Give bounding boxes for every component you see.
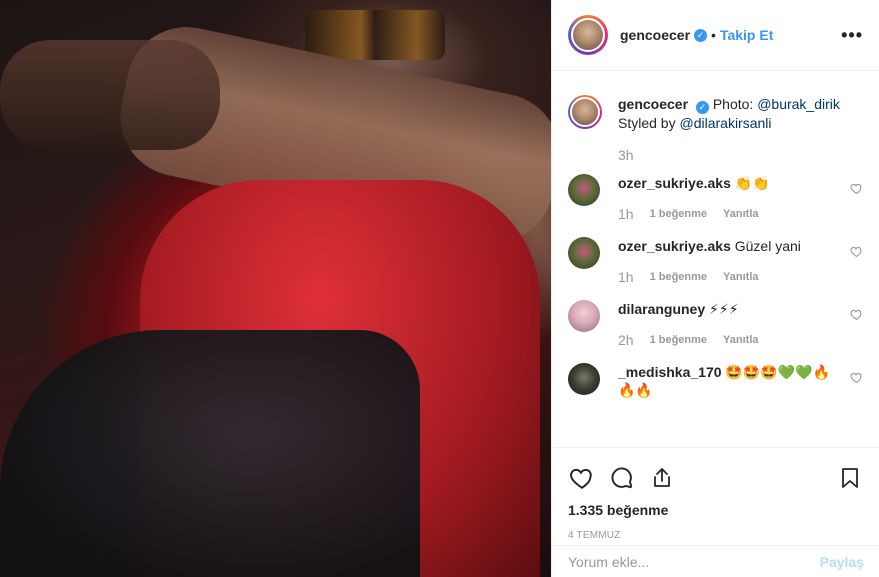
follow-button[interactable]: Takip Et [720, 27, 773, 43]
caption-text-mid: Styled by [618, 115, 680, 131]
comment-like-heart-icon[interactable] [850, 182, 863, 195]
commenter-avatar[interactable] [568, 174, 600, 206]
heart-icon[interactable] [568, 464, 596, 492]
photo-foreground-hand [0, 40, 220, 150]
share-icon[interactable] [648, 464, 676, 492]
post-date[interactable]: 4 TEMMUZ [568, 530, 864, 541]
caption-avatar[interactable] [568, 95, 602, 129]
comment-likes[interactable]: 1 beğenme [650, 331, 707, 349]
action-icons [568, 462, 864, 494]
caption: gencoecer ✓ Photo: @burak_dirik Styled b… [568, 95, 863, 164]
comments-list: gencoecer ✓ Photo: @burak_dirik Styled b… [552, 71, 879, 447]
photo-subject-sunglasses [305, 10, 445, 60]
author-username[interactable]: gencoecer [620, 27, 690, 43]
comment-box: Paylaş [552, 545, 879, 577]
comment-like-heart-icon[interactable] [850, 371, 863, 384]
reply-button[interactable]: Yanıtla [723, 205, 758, 223]
verified-badge-icon: ✓ [695, 101, 709, 114]
bookmark-icon[interactable] [836, 464, 864, 492]
comment-likes[interactable]: 1 beğenme [650, 268, 707, 286]
comment-item: ozer_sukriye.aks 👏👏 1h 1 beğenme Yanıtla [568, 174, 863, 223]
post-actions: 1.335 beğenme 4 TEMMUZ [552, 447, 879, 541]
verified-badge-icon: ✓ [694, 28, 708, 42]
comment-username[interactable]: ozer_sukriye.aks [618, 175, 731, 191]
comment-time[interactable]: 1h [618, 268, 634, 286]
likes-count[interactable]: 1.335 beğenme [568, 502, 864, 518]
commenter-avatar[interactable] [568, 300, 600, 332]
commenter-avatar[interactable] [568, 237, 600, 269]
reply-button[interactable]: Yanıtla [723, 268, 758, 286]
caption-mention[interactable]: @burak_dirik [757, 96, 840, 112]
commenter-avatar[interactable] [568, 363, 600, 395]
photo-subject-boot [0, 330, 420, 577]
comment-text: Güzel yani [734, 238, 801, 254]
comment-likes[interactable]: 1 beğenme [650, 205, 707, 223]
post-photo[interactable] [0, 0, 551, 577]
caption-mention[interactable]: @dilarakirsanli [679, 115, 771, 131]
comment-like-heart-icon[interactable] [850, 308, 863, 321]
post-comment-button[interactable]: Paylaş [820, 554, 864, 570]
caption-time[interactable]: 3h [618, 146, 863, 164]
caption-text-prefix: Photo: [712, 96, 758, 112]
post-sidebar: gencoecer ✓ • Takip Et ••• gencoecer ✓ P… [551, 0, 879, 577]
comment-username[interactable]: ozer_sukriye.aks [618, 238, 731, 254]
comment-icon[interactable] [608, 464, 636, 492]
comment-username[interactable]: dilaranguney [618, 301, 705, 317]
more-options-icon[interactable]: ••• [841, 25, 863, 46]
header-separator: • [711, 27, 716, 43]
comment-text: ⚡⚡⚡ [709, 301, 739, 317]
comment-username[interactable]: _medishka_170 [618, 364, 722, 380]
comment-item: _medishka_170 🤩🤩🤩💚💚🔥🔥🔥 [568, 363, 863, 399]
comment-text: 👏👏 [734, 175, 770, 191]
caption-username[interactable]: gencoecer [618, 96, 688, 112]
comment-time[interactable]: 2h [618, 331, 634, 349]
comment-input[interactable] [568, 553, 820, 570]
comment-item: dilaranguney ⚡⚡⚡ 2h 1 beğenme Yanıtla [568, 300, 863, 349]
author-avatar[interactable] [568, 15, 608, 55]
comment-item: ozer_sukriye.aks Güzel yani 1h 1 beğenme… [568, 237, 863, 286]
comment-like-heart-icon[interactable] [850, 245, 863, 258]
reply-button[interactable]: Yanıtla [723, 331, 758, 349]
post-header: gencoecer ✓ • Takip Et ••• [552, 0, 879, 71]
comment-time[interactable]: 1h [618, 205, 634, 223]
